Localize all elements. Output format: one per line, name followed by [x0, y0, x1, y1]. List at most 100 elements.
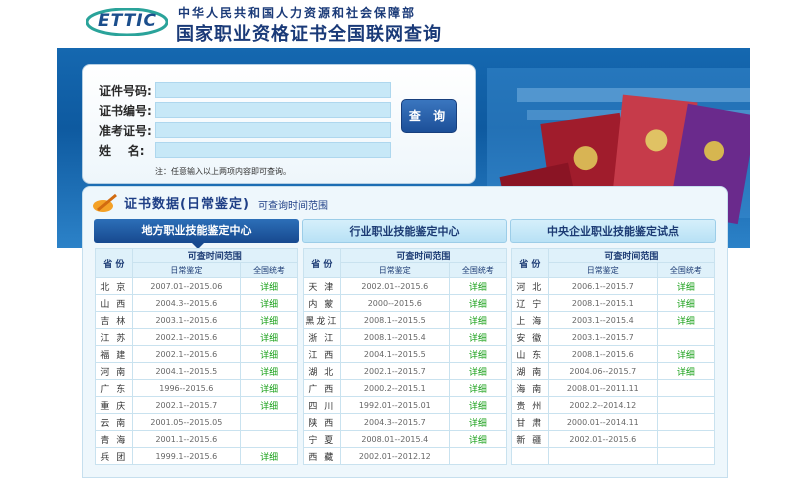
org-name: 中华人民共和国人力资源和社会保障部	[178, 6, 417, 20]
province-cell: 云 南	[95, 413, 133, 431]
national-header: 全国统考	[656, 262, 716, 278]
name-label: 姓 名:	[99, 143, 145, 158]
site-header: ETTIC 中华人民共和国人力资源和社会保障部 国家职业资格证书全国联网查询	[0, 0, 800, 46]
province-cell: 山 西	[95, 294, 133, 312]
table-row: 河 南 2004.1--2015.5 详细	[95, 362, 298, 380]
exam-number-input[interactable]	[155, 122, 391, 138]
national-detail-link[interactable]: 详细	[240, 345, 298, 363]
national-detail-link[interactable]: 详细	[448, 413, 508, 431]
national-header: 全国统考	[448, 262, 508, 278]
table-row	[511, 447, 716, 465]
province-cell: 宁 夏	[303, 430, 341, 448]
table-row: 广 西 2000.2--2015.1 详细	[303, 379, 508, 397]
province-cell: 四 川	[303, 396, 341, 414]
national-detail-link[interactable]: 详细	[448, 294, 508, 312]
national-detail-link[interactable]: 详细	[240, 294, 298, 312]
province-cell: 湖 北	[303, 362, 341, 380]
national-detail-link[interactable]: 详细	[240, 379, 298, 397]
province-cell: 辽 宁	[511, 294, 549, 312]
table-row: 兵 团 1999.1--2015.6 详细	[95, 447, 298, 465]
province-cell: 甘 肃	[511, 413, 549, 431]
national-detail-link[interactable]: 详细	[656, 294, 716, 312]
province-cell: 陕 西	[303, 413, 341, 431]
table-row: 内 蒙 2000--2015.6 详细	[303, 294, 508, 312]
province-cell: 江 西	[303, 345, 341, 363]
province-cell: 河 南	[95, 362, 133, 380]
table-row: 浙 江 2008.1--2015.4 详细	[303, 328, 508, 346]
range-header: 可查时间范围	[131, 248, 299, 263]
province-cell: 广 东	[95, 379, 133, 397]
province-table-1: 省 份 可查时间范围 日常鉴定 全国统考 北 京 2007.01--2015.06…	[95, 248, 299, 465]
national-detail-link	[656, 413, 716, 431]
national-detail-link[interactable]: 详细	[448, 379, 508, 397]
cert-number-input[interactable]	[155, 102, 391, 118]
national-detail-link[interactable]: 详细	[448, 396, 508, 414]
daily-range-cell: 2008.01--2011.11	[547, 379, 658, 397]
daily-range-cell: 2004.3--2015.7	[339, 413, 450, 431]
national-detail-link[interactable]: 详细	[448, 328, 508, 346]
table-row: 河 北 2006.1--2015.7 详细	[511, 277, 716, 295]
id-number-input[interactable]	[155, 82, 391, 98]
table-row: 江 苏 2002.1--2015.6 详细	[95, 328, 298, 346]
province-cell: 江 苏	[95, 328, 133, 346]
tab-local-centers[interactable]: 地方职业技能鉴定中心	[94, 219, 299, 243]
table-row: 湖 南 2004.06--2015.7 详细	[511, 362, 716, 380]
national-detail-link[interactable]: 详细	[240, 447, 298, 465]
pen-icon	[93, 193, 117, 212]
national-detail-link[interactable]: 详细	[240, 396, 298, 414]
daily-range-cell: 1999.1--2015.6	[131, 447, 242, 465]
daily-range-cell: 2002.2--2014.12	[547, 396, 658, 414]
name-input[interactable]	[155, 142, 391, 158]
province-cell: 安 徽	[511, 328, 549, 346]
tab-industry-centers[interactable]: 行业职业技能鉴定中心	[302, 219, 507, 243]
national-detail-link[interactable]: 详细	[656, 311, 716, 329]
province-cell: 兵 团	[95, 447, 133, 465]
section-subtitle: 可查询时间范围	[258, 201, 328, 212]
national-detail-link[interactable]: 详细	[656, 277, 716, 295]
table-row: 北 京 2007.01--2015.06 详细	[95, 277, 298, 295]
national-detail-link[interactable]: 详细	[240, 362, 298, 380]
national-detail-link[interactable]: 详细	[448, 430, 508, 448]
table-row: 湖 北 2002.1--2015.7 详细	[303, 362, 508, 380]
national-detail-link[interactable]: 详细	[448, 345, 508, 363]
national-detail-link[interactable]: 详细	[448, 277, 508, 295]
table-row: 新 疆 2002.01--2015.6	[511, 430, 716, 448]
national-detail-link[interactable]: 详细	[656, 362, 716, 380]
cert-number-label: 证书编号:	[99, 103, 152, 118]
table-row: 西 藏 2002.01--2012.12	[303, 447, 508, 465]
province-cell: 福 建	[95, 345, 133, 363]
daily-range-cell: 2008.1--2015.5	[339, 311, 450, 329]
table-row: 辽 宁 2008.1--2015.1 详细	[511, 294, 716, 312]
exam-number-row: 准考证号:	[99, 121, 391, 139]
form-note: 注：任意输入以上两项内容即可查询。	[155, 167, 291, 176]
id-number-label: 证件号码:	[99, 83, 152, 98]
table-row: 山 东 2008.1--2015.6 详细	[511, 345, 716, 363]
national-detail-link[interactable]: 详细	[656, 345, 716, 363]
table-row: 黑龙江 2008.1--2015.5 详细	[303, 311, 508, 329]
table-row: 贵 州 2002.2--2014.12	[511, 396, 716, 414]
province-cell: 海 南	[511, 379, 549, 397]
table-row: 山 西 2004.3--2015.6 详细	[95, 294, 298, 312]
tab-central-enterprise[interactable]: 中央企业职业技能鉴定试点	[510, 219, 716, 243]
national-detail-link[interactable]: 详细	[240, 328, 298, 346]
daily-range-cell	[547, 447, 658, 465]
national-detail-link[interactable]: 详细	[240, 277, 298, 295]
national-detail-link[interactable]: 详细	[448, 362, 508, 380]
national-detail-link	[240, 413, 298, 431]
province-cell: 黑龙江	[303, 311, 341, 329]
daily-range-cell: 2002.1--2015.6	[131, 328, 242, 346]
province-table-3: 省 份 可查时间范围 日常鉴定 全国统考 河 北 2006.1--2015.7 详细…	[511, 248, 716, 465]
province-cell: 内 蒙	[303, 294, 341, 312]
national-detail-link	[240, 430, 298, 448]
national-detail-link[interactable]: 详细	[240, 311, 298, 329]
daily-range-cell: 2001.1--2015.6	[131, 430, 242, 448]
national-detail-link[interactable]: 详细	[448, 311, 508, 329]
daily-range-cell: 2003.1--2015.4	[547, 311, 658, 329]
daily-range-cell: 1992.01--2015.01	[339, 396, 450, 414]
province-cell: 湖 南	[511, 362, 549, 380]
table-row: 安 徽 2003.1--2015.7	[511, 328, 716, 346]
daily-range-cell: 2008.1--2015.1	[547, 294, 658, 312]
query-button[interactable]: 查 询	[401, 99, 457, 133]
national-detail-link	[656, 328, 716, 346]
province-cell: 西 藏	[303, 447, 341, 465]
